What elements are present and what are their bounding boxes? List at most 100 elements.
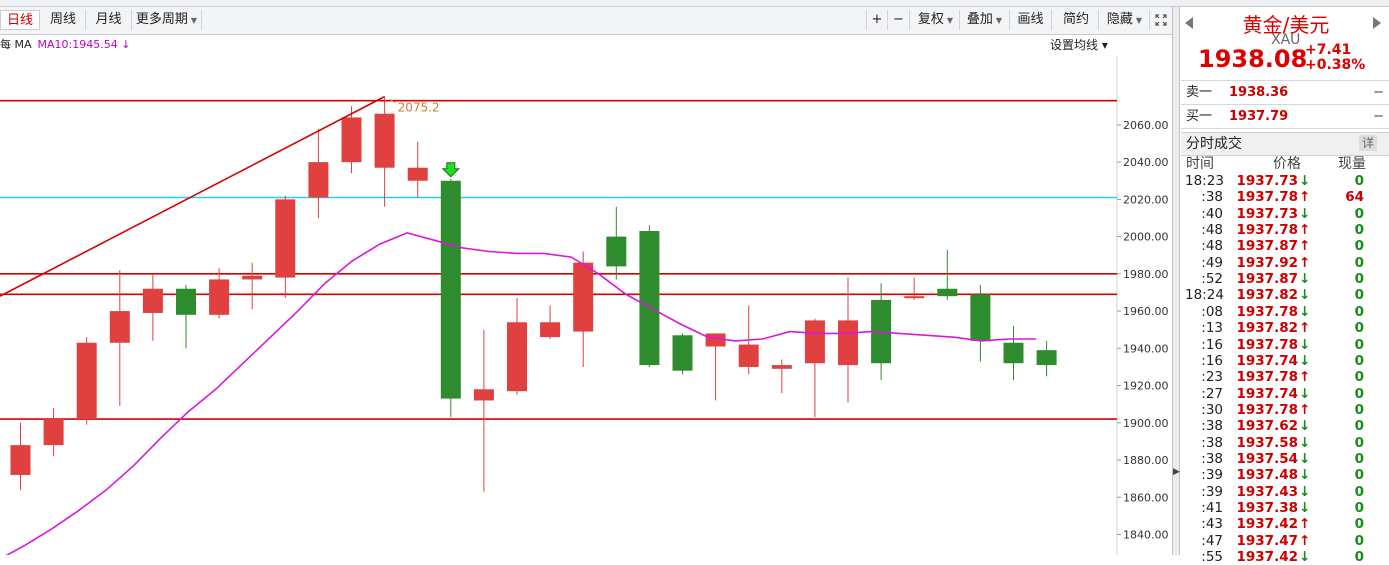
- y-tick-label: 2060.00: [1123, 119, 1169, 132]
- trade-volume: 0: [1354, 532, 1364, 549]
- candle-body: [937, 288, 958, 297]
- fullscreen-icon[interactable]: [1151, 10, 1171, 30]
- trade-time: :39: [1201, 483, 1223, 500]
- trade-volume: 0: [1354, 287, 1364, 304]
- trade-row: :40 1937.73 ↓ 0: [1181, 206, 1381, 222]
- candle: [970, 285, 991, 362]
- trade-price: 1937.78: [1236, 222, 1299, 239]
- trade-time: :40: [1201, 205, 1223, 222]
- trade-price: 1937.78: [1236, 401, 1299, 418]
- trade-volume: 0: [1354, 483, 1364, 500]
- trade-time: :27: [1201, 385, 1223, 402]
- arrow-up-icon: ↑: [1299, 254, 1311, 271]
- trade-row: 18:23 1937.73 ↓ 0: [1181, 173, 1381, 189]
- y-tick-label: 1960.00: [1123, 305, 1169, 318]
- hide-dropdown[interactable]: 隐藏 ▼: [1100, 10, 1150, 30]
- zoom-out-button[interactable]: −: [888, 10, 910, 30]
- trade-volume: 64: [1345, 189, 1364, 206]
- candlestick-chart[interactable]: 2060.00 2040.00 2020.00 2000.00 1980.00 1960.…: [0, 56, 1172, 555]
- candle: [705, 333, 726, 401]
- candle: [672, 333, 693, 375]
- trade-time: :55: [1201, 549, 1223, 565]
- candle: [43, 407, 64, 457]
- candle: [904, 277, 925, 300]
- candle: [407, 141, 428, 198]
- quote-panel: 黄金/美元 XAU 1938.08 +7.41 +0.38% 卖一 1938.3…: [1181, 7, 1389, 565]
- arrow-up-icon: ↑: [1299, 320, 1311, 337]
- change-value: +7.41: [1305, 42, 1352, 58]
- candle: [308, 128, 329, 218]
- y-tick-label: 1920.00: [1123, 380, 1169, 393]
- trade-row: :55 1937.42 ↓ 0: [1181, 549, 1381, 565]
- simple-mode-button[interactable]: 简约: [1054, 10, 1099, 30]
- trade-volume: 0: [1354, 320, 1364, 337]
- candle-body: [473, 389, 494, 401]
- tab-daily[interactable]: 日线: [0, 10, 40, 30]
- trade-time: :52: [1201, 271, 1223, 288]
- candle-body: [407, 167, 428, 181]
- candle: [473, 329, 494, 492]
- price-change: +7.41 +0.38%: [1305, 43, 1365, 73]
- y-tick-label: 2000.00: [1123, 231, 1169, 244]
- candle: [507, 298, 527, 395]
- arrow-down-icon: ↓: [1299, 450, 1311, 467]
- trade-price: 1937.73: [1236, 173, 1299, 189]
- fuquan-dropdown[interactable]: 复权 ▼: [912, 10, 960, 30]
- trade-time: :38: [1201, 189, 1223, 206]
- candle-body: [275, 199, 296, 278]
- tab-monthly[interactable]: 月线: [86, 10, 132, 30]
- trade-row: :08 1937.78 ↓ 0: [1181, 304, 1381, 320]
- detail-button[interactable]: 详: [1359, 135, 1377, 151]
- trade-volume: 0: [1354, 303, 1364, 320]
- trade-row: :38 1937.62 ↓ 0: [1181, 418, 1381, 434]
- candle: [374, 96, 395, 207]
- trade-row: :13 1937.82 ↑ 0: [1181, 320, 1381, 336]
- candle: [606, 206, 627, 280]
- trade-price: 1937.58: [1236, 434, 1299, 451]
- chevron-down-icon: ▼: [995, 16, 1003, 25]
- trade-row: :47 1937.47 ↑ 0: [1181, 533, 1381, 549]
- trade-volume: 0: [1354, 500, 1364, 516]
- candle-body: [374, 113, 395, 168]
- candle-body: [242, 275, 263, 280]
- candle-body: [838, 320, 858, 366]
- trade-time: 18:23: [1185, 173, 1224, 189]
- trade-volume: 0: [1354, 352, 1364, 369]
- next-symbol-icon[interactable]: [1373, 17, 1381, 29]
- candle-body: [76, 342, 97, 420]
- trade-row: :38 1937.54 ↓ 0: [1181, 451, 1381, 467]
- candle-body: [1003, 342, 1024, 364]
- arrow-down-icon: ↓: [1299, 303, 1311, 320]
- trade-volume: 0: [1354, 173, 1364, 189]
- candle-body: [904, 296, 925, 299]
- candle: [176, 285, 196, 349]
- ask-volume: −: [1373, 85, 1384, 100]
- more-period-label: 更多周期: [135, 12, 188, 27]
- down-arrow-icon: [441, 162, 461, 178]
- zoom-in-button[interactable]: +: [866, 10, 888, 30]
- trade-price: 1937.38: [1236, 500, 1299, 516]
- y-tick-label: 1860.00: [1123, 491, 1169, 504]
- overlay-dropdown[interactable]: 叠加 ▼: [960, 10, 1010, 30]
- trade-volume: 0: [1354, 369, 1364, 386]
- trade-price: 1937.62: [1236, 418, 1299, 435]
- prev-symbol-icon[interactable]: [1185, 17, 1193, 29]
- trade-time: :48: [1201, 222, 1223, 239]
- y-tick-label: 1940.00: [1123, 342, 1169, 355]
- bid-row: 买一 1937.79 −: [1181, 104, 1389, 129]
- trade-time: :48: [1201, 238, 1223, 255]
- draw-line-button[interactable]: 画线: [1010, 10, 1052, 30]
- y-tick-label: 1880.00: [1123, 454, 1169, 467]
- trade-time: :23: [1201, 369, 1223, 386]
- trade-price: 1937.87: [1236, 238, 1299, 255]
- more-period-dropdown[interactable]: 更多周期 ▼: [132, 10, 202, 30]
- candle: [540, 305, 561, 340]
- tab-weekly[interactable]: 周线: [41, 10, 86, 30]
- set-ma-dropdown[interactable]: 设置均线 ▾: [1050, 36, 1108, 54]
- trade-time: :16: [1201, 352, 1223, 369]
- trade-volume: 0: [1354, 238, 1364, 255]
- splitter-arrow-icon: ▶: [1173, 467, 1180, 477]
- trade-price: 1937.73: [1236, 205, 1299, 222]
- panel-splitter[interactable]: ▶: [1172, 7, 1180, 555]
- arrow-down-icon: ↓: [1299, 336, 1311, 353]
